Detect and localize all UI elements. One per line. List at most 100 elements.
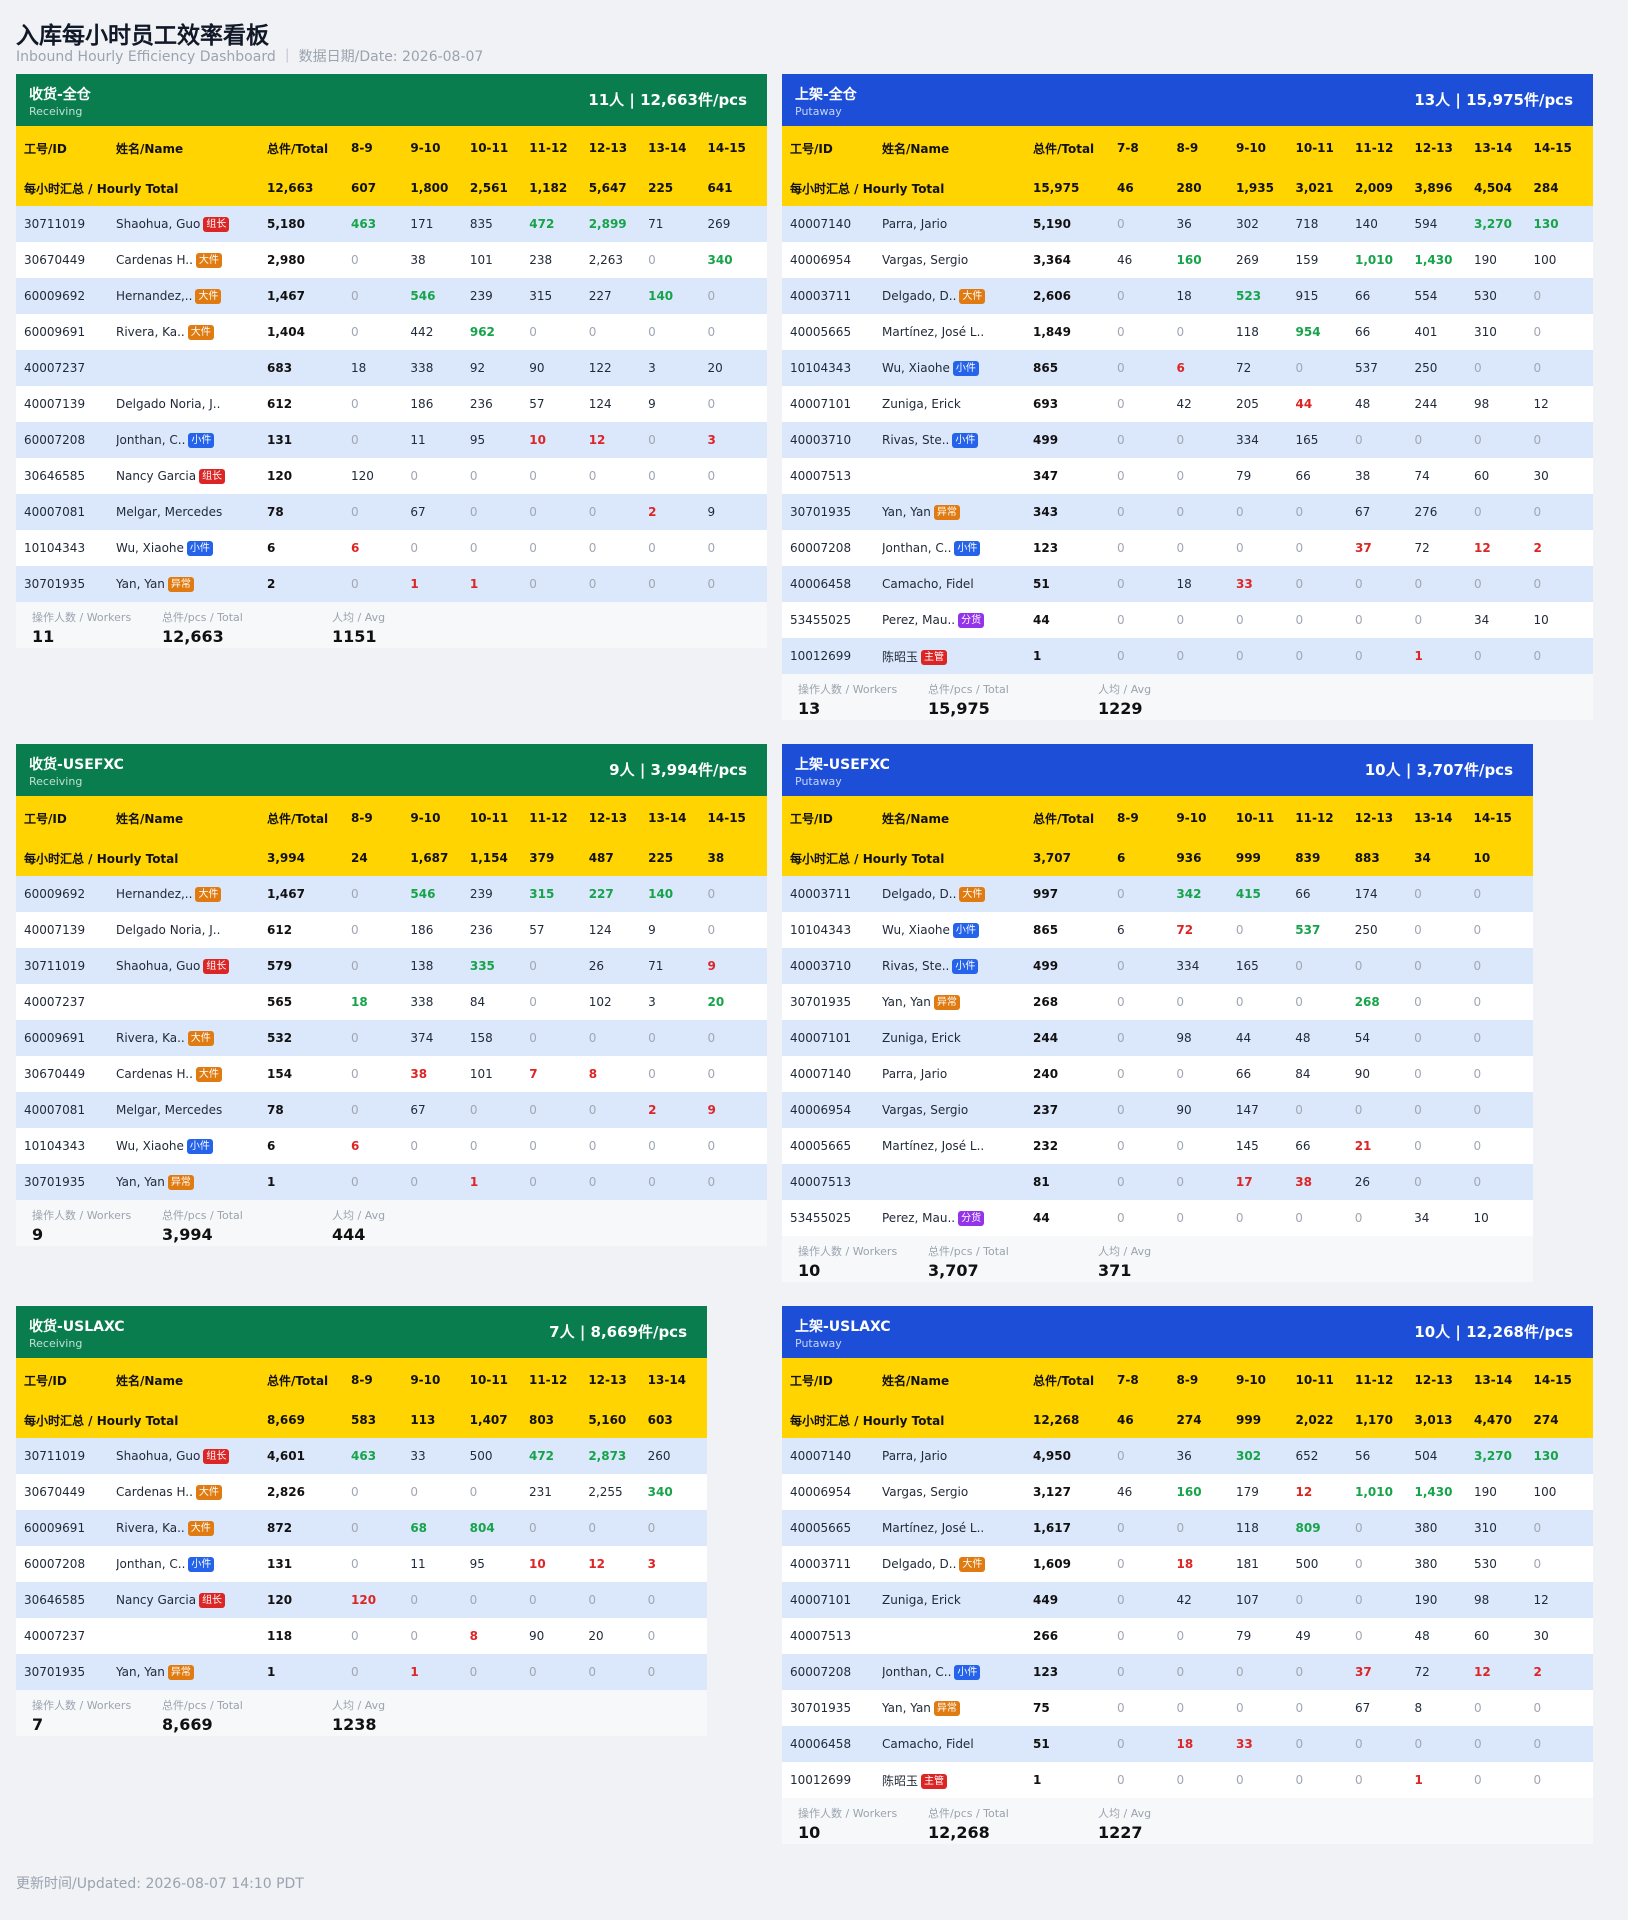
workers-stat-label: 操作人数 / Workers — [32, 1699, 132, 1712]
employee-total: 872 — [267, 1510, 351, 1546]
efficiency-table: 工号/ID 姓名/Name 总件/Total 7-8 8-9 9-10 10-11 11-12… — [782, 1358, 1593, 1798]
workers-stat-label: 操作人数 / Workers — [798, 1245, 898, 1258]
total-pcs-stat-value: 12,663 — [162, 627, 224, 646]
hour-value: 0 — [1473, 948, 1533, 984]
employee-total: 123 — [1033, 530, 1117, 566]
hourly-total-value: 2,009 — [1355, 170, 1415, 206]
hour-value: 0 — [529, 530, 589, 566]
hour-value: 165 — [1295, 422, 1355, 458]
employee-id: 10104343 — [16, 530, 116, 566]
employee-total: 1,404 — [267, 314, 351, 350]
column-header-total: 总件/Total — [267, 796, 351, 840]
employee-name-cell: Shaohua, Guo 组长 — [116, 948, 267, 984]
hour-value: 102 — [588, 984, 649, 1020]
hour-value: 100 — [1533, 1474, 1593, 1510]
hour-value: 0 — [707, 912, 767, 948]
employee-total: 266 — [1033, 1618, 1117, 1654]
table-row: 40007513 81 0 0 17 38 26 0 0 — [782, 1164, 1533, 1200]
panel-receiving-usefxc: 收货-USEFXC Receiving 9人 | 3,994件/pcs 工号/ID 姓名… — [16, 744, 767, 1246]
hour-value: 0 — [351, 1164, 411, 1200]
employee-id: 40006458 — [782, 566, 882, 602]
page-subtitle: Inbound Hourly Efficiency Dashboard ｜ 数据… — [16, 49, 484, 65]
hourly-total-value: 46 — [1117, 170, 1177, 206]
employee-total: 693 — [1033, 386, 1117, 422]
panel-title: 收货-USLAXC — [29, 1319, 125, 1335]
column-header-hour: 11-12 — [529, 126, 589, 170]
hour-value: 0 — [1414, 1020, 1474, 1056]
employee-total: 78 — [267, 1092, 351, 1128]
hour-value: 238 — [529, 242, 589, 278]
column-header-hour: 8-9 — [351, 796, 411, 840]
hour-value: 48 — [1295, 1020, 1355, 1056]
employee-total: 123 — [1033, 1654, 1117, 1690]
column-header-hour: 11-12 — [529, 796, 589, 840]
hour-value: 12 — [1295, 1474, 1355, 1510]
employee-id: 60007208 — [782, 530, 882, 566]
employee-name: Shaohua, Guo — [116, 1448, 201, 1463]
hour-value: 0 — [1414, 1056, 1474, 1092]
employee-id: 30701935 — [782, 494, 882, 530]
hour-value: 0 — [1176, 422, 1236, 458]
hourly-total-value: 2,022 — [1295, 1402, 1355, 1438]
panel-footer: 操作人数 / Workers 10 总件/pcs / Total 3,707 人均 / … — [782, 1236, 1533, 1282]
employee-total: 499 — [1033, 422, 1117, 458]
hour-value: 0 — [707, 1128, 767, 1164]
hour-value: 44 — [1235, 1020, 1296, 1056]
hour-value: 0 — [1176, 494, 1236, 530]
table-row: 10104343 Wu, Xiaohe 小件 865 0 6 72 0 537 250 0 0 — [782, 350, 1593, 386]
hour-value: 0 — [1474, 1690, 1534, 1726]
table-row: 10012699 陈昭玉 主管 1 0 0 0 0 0 1 0 0 — [782, 638, 1593, 674]
average-stat: 人均 / Avg 1229 — [1098, 681, 1151, 718]
panel-summary: 9人 | 3,994件/pcs — [609, 761, 747, 779]
hour-value: 42 — [1176, 386, 1236, 422]
column-header-total: 总件/Total — [1033, 1358, 1117, 1402]
role-badge: 组长 — [203, 1448, 230, 1464]
hourly-total-sum: 12,663 — [267, 170, 351, 206]
hour-value: 0 — [1295, 566, 1355, 602]
hour-value: 537 — [1355, 350, 1415, 386]
employee-name-cell: Martínez, José L.. — [882, 314, 1033, 350]
table-row: 10012699 陈昭玉 主管 1 0 0 0 0 0 1 0 0 — [782, 1762, 1593, 1798]
hour-value: 0 — [1295, 1654, 1355, 1690]
efficiency-table: 工号/ID 姓名/Name 总件/Total 7-8 8-9 9-10 10-11 11-12… — [782, 126, 1593, 674]
hour-value: 0 — [1355, 1726, 1415, 1762]
employee-name-cell: Perez, Mau.. 分货 — [882, 1200, 1033, 1236]
hour-value: 0 — [1236, 1690, 1296, 1726]
panel-putaway-all: 上架-全仓 Putaway 13人 | 15,975件/pcs 工号/ID 姓名/Nam… — [782, 74, 1593, 720]
hour-value: 0 — [648, 530, 708, 566]
employee-id: 40007140 — [782, 1056, 882, 1092]
table-row: 60009691 Rivera, Ka.. 大件 872 0 68 804 0 0 0 — [16, 1510, 707, 1546]
table-row: 60007208 Jonthan, C.. 小件 131 0 11 95 10 12 0 3 — [16, 422, 767, 458]
employee-id: 60009692 — [16, 876, 116, 912]
hour-value: 0 — [529, 948, 589, 984]
total-pcs-stat-value: 15,975 — [928, 699, 990, 718]
column-header-hour: 13-14 — [648, 126, 708, 170]
hour-value: 0 — [351, 1092, 411, 1128]
hour-value: 2,263 — [588, 242, 649, 278]
hour-value: 0 — [707, 876, 767, 912]
column-header-hour: 12-13 — [588, 1358, 648, 1402]
hour-value: 60 — [1474, 1618, 1534, 1654]
employee-name: Zuniga, Erick — [882, 397, 961, 411]
table-row: 10104343 Wu, Xiaohe 小件 6 6 0 0 0 0 0 0 — [16, 1128, 767, 1164]
hour-value: 11 — [410, 422, 470, 458]
employee-name-cell: Hernandez,.. 大件 — [116, 278, 267, 314]
hour-value: 0 — [1117, 1128, 1177, 1164]
employee-total: 499 — [1033, 948, 1117, 984]
hour-value: 0 — [1117, 422, 1177, 458]
hour-value: 71 — [648, 948, 708, 984]
hour-value: 0 — [588, 1582, 648, 1618]
hour-value: 0 — [1533, 638, 1593, 674]
employee-total: 5,180 — [267, 206, 351, 242]
table-row: 40005665 Martínez, José L.. 232 0 0 145 66 21 0 0 — [782, 1128, 1533, 1164]
hourly-total-value: 603 — [647, 1402, 707, 1438]
hour-value: 0 — [469, 494, 530, 530]
workers-stat-label: 操作人数 / Workers — [32, 1209, 132, 1222]
employee-name-cell: Martínez, José L.. — [882, 1510, 1033, 1546]
hour-value: 3,270 — [1474, 1438, 1534, 1474]
page-title: 入库每小时员工效率看板 — [16, 23, 269, 49]
role-badge: 大件 — [959, 288, 986, 304]
table-row: 40006458 Camacho, Fidel 51 0 18 33 0 0 0 0 0 — [782, 566, 1593, 602]
hour-value: 0 — [1176, 602, 1236, 638]
hourly-total-value: 2,561 — [469, 170, 530, 206]
